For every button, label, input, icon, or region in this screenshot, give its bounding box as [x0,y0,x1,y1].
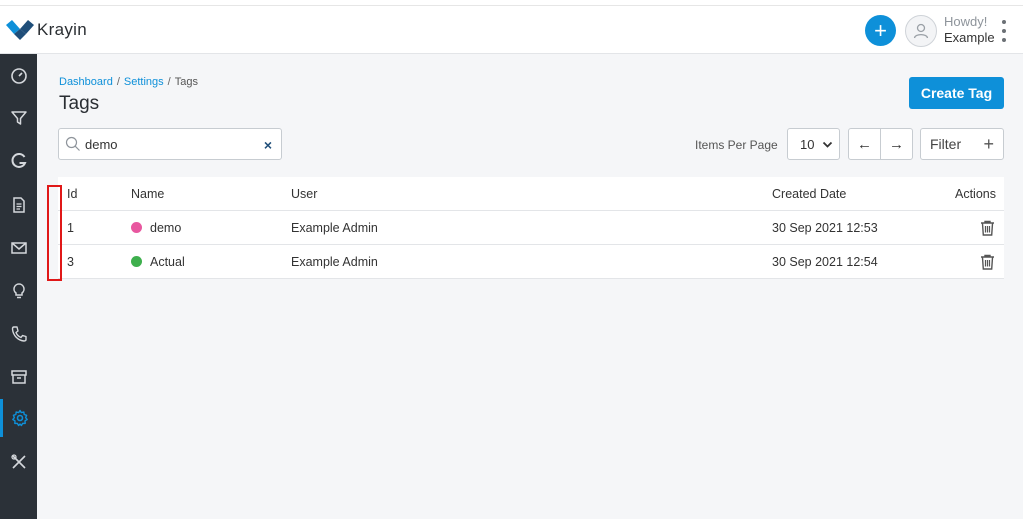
sidebar-item-documents[interactable] [0,186,37,224]
sidebar [0,54,37,519]
lightbulb-icon [12,283,25,299]
search-box: × [58,128,282,160]
breadcrumb-separator: / [116,76,120,88]
table-row: 1 demo Example Admin 30 Sep 2021 12:53 [58,211,1004,245]
sidebar-item-dashboard[interactable] [0,57,37,95]
document-icon [12,197,25,213]
more-options-icon[interactable] [1000,20,1008,42]
g-icon [11,152,27,168]
phone-icon [11,326,27,342]
items-per-page-value: 10 [800,136,815,152]
row-id: 3 [67,255,74,269]
sidebar-item-contacts[interactable] [0,315,37,353]
row-name: demo [131,221,181,235]
user-name: Example [944,30,995,45]
top-header: Krayin + Howdy! Example [0,0,1023,54]
row-user: Example Admin [291,255,378,269]
row-id: 1 [67,221,74,235]
column-header-id[interactable]: Id [67,187,77,201]
row-created-date: 30 Sep 2021 12:54 [772,255,878,269]
search-input[interactable] [85,136,255,152]
plus-icon: + [874,17,887,43]
create-tag-button[interactable]: Create Tag [909,77,1004,109]
avatar[interactable] [905,15,937,47]
browser-strip [0,0,1023,6]
tag-color-dot [131,222,142,233]
settings-gear-icon [12,409,28,427]
breadcrumb-settings[interactable]: Settings [124,76,164,88]
column-header-actions: Actions [955,187,996,201]
sidebar-item-activities[interactable] [0,272,37,310]
table-header-row: Id Name User Created Date Actions [58,177,1004,211]
sidebar-item-quotes[interactable] [0,142,37,180]
breadcrumb-dashboard[interactable]: Dashboard [59,76,113,88]
trash-icon[interactable] [980,220,995,236]
sidebar-item-configuration[interactable] [0,443,37,481]
krayin-logo[interactable]: Krayin [6,20,87,40]
row-name: Actual [131,255,185,269]
greeting-text: Howdy! [944,14,988,29]
dashboard-icon [10,68,27,84]
breadcrumb-current: Tags [174,76,198,88]
chevron-down-icon [822,141,833,148]
filter-button[interactable]: Filter + [920,128,1004,160]
breadcrumb: Dashboard / Settings / Tags [59,76,198,88]
breadcrumb-separator: / [167,76,171,88]
sidebar-item-settings[interactable] [0,399,37,437]
user-icon [913,23,929,39]
tag-name: Actual [150,255,185,269]
krayin-logo-icon [6,20,34,40]
clear-search-icon[interactable]: × [264,137,272,153]
column-header-created-date[interactable]: Created Date [772,187,846,201]
prev-page-button[interactable]: ← [849,129,880,159]
column-header-user[interactable]: User [291,187,317,201]
trash-icon[interactable] [980,254,995,270]
id-column-highlight-box [47,185,62,281]
table-row: 3 Actual Example Admin 30 Sep 2021 12:54 [58,245,1004,279]
filter-icon [10,111,27,125]
mail-icon [10,242,27,254]
app-name: Krayin [37,20,87,39]
quick-add-button[interactable]: + [865,15,896,46]
row-user: Example Admin [291,221,378,235]
filter-label: Filter [930,136,962,152]
items-per-page-label: Items Per Page [695,138,778,152]
items-per-page-select[interactable]: 10 [787,128,840,160]
tag-color-dot [131,256,142,267]
sidebar-item-mail[interactable] [0,229,37,267]
tags-table: Id Name User Created Date Actions 1 demo… [58,177,1004,279]
sidebar-item-products[interactable] [0,358,37,396]
user-greeting[interactable]: Howdy! Example [944,14,995,46]
sidebar-item-leads[interactable] [0,99,37,137]
tag-name: demo [150,221,182,235]
archive-icon [10,370,27,384]
page-title: Tags [59,93,100,114]
search-icon [65,136,80,151]
next-page-button[interactable]: → [880,129,912,159]
pagination: ← → [848,128,913,160]
plus-icon: + [983,134,994,154]
tools-icon [10,454,26,469]
row-created-date: 30 Sep 2021 12:53 [772,221,878,235]
column-header-name[interactable]: Name [131,187,164,201]
